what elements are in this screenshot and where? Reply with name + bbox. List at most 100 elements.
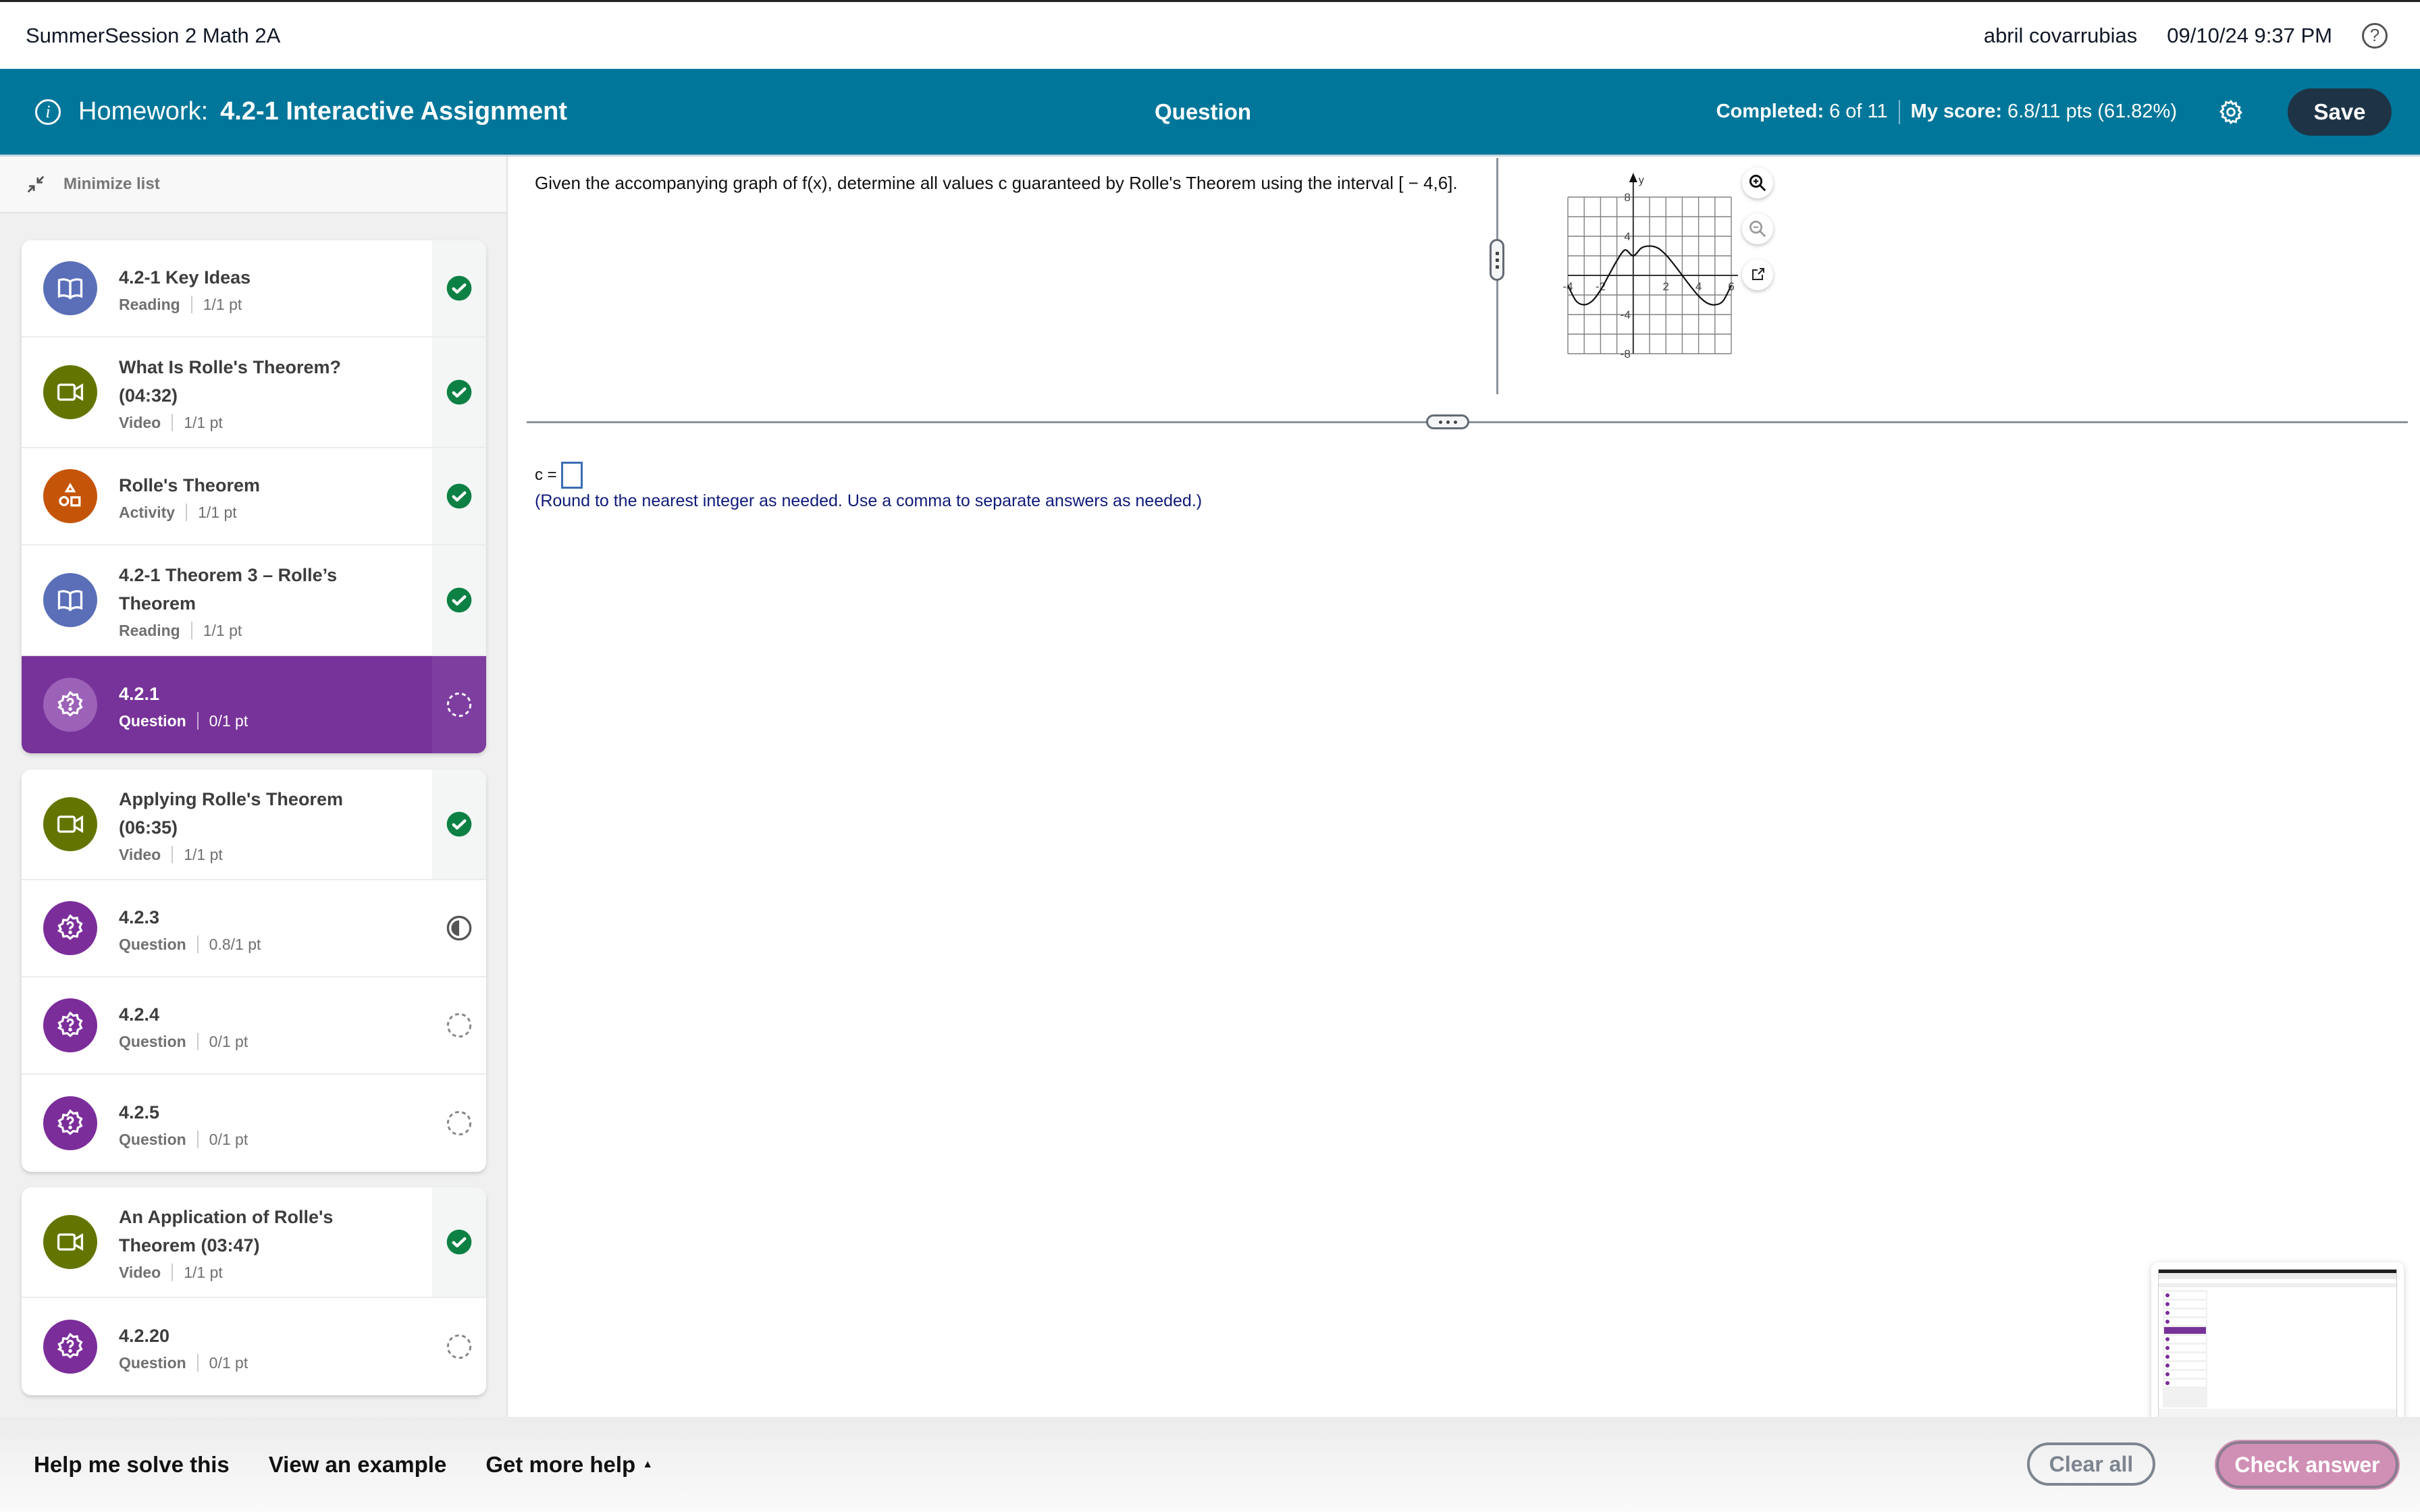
x-tick-label: 4	[1695, 280, 1702, 293]
horizontal-splitter-handle[interactable]	[1426, 414, 1469, 429]
sidebar-item-meta: Question 0.8/1 pt	[119, 936, 261, 954]
question-circle-icon[interactable]: ?	[2362, 22, 2388, 49]
book-icon	[43, 261, 97, 315]
question-badge-icon	[43, 901, 97, 955]
sidebar-item-meta: Reading 1/1 pt	[119, 296, 251, 314]
assignment-group: 4.2-1 Key Ideas Reading 1/1 pt What Is Roll…	[22, 240, 486, 753]
question-prompt: Given the accompanying graph of f(x), de…	[535, 173, 1458, 193]
sidebar-item-points: 0/1 pt	[209, 711, 248, 730]
top-bar: SummerSession 2 Math 2A abril covarrubia…	[0, 0, 2420, 69]
info-icon[interactable]: i	[35, 99, 61, 125]
sidebar-item-points: 1/1 pt	[184, 413, 223, 431]
sidebar-item-title: Applying Rolle's Theorem (06:35)	[119, 788, 343, 838]
user-name[interactable]: abril covarrubias	[1984, 24, 2137, 48]
sidebar-item-points: 0/1 pt	[209, 1130, 248, 1148]
sidebar-item[interactable]: 4.2-1 Theorem 3 – Rolle’s Theorem Reading…	[22, 545, 486, 656]
divider	[186, 504, 188, 521]
get-more-help-button[interactable]: Get more help ▲	[485, 1452, 653, 1478]
divider	[196, 936, 199, 953]
sidebar-item[interactable]: 4.2.4 Question 0/1 pt	[22, 977, 486, 1075]
course-title: SummerSession 2 Math 2A	[26, 23, 281, 47]
sidebar-item-text: What Is Rolle's Theorem? (04:32) Video 1/1…	[119, 340, 402, 446]
zoom-out-button[interactable]	[1742, 213, 1773, 244]
minimize-list-button[interactable]: Minimize list	[0, 157, 506, 213]
sidebar-item-title: 4.2.4	[119, 1004, 160, 1025]
sidebar-item-kind: Reading	[119, 295, 180, 313]
sidebar-item-main: An Application of Rolle's Theorem (03:47…	[22, 1187, 432, 1297]
sidebar-item-meta: Video 1/1 pt	[119, 414, 402, 432]
status-indicator	[432, 977, 486, 1073]
assignment-group: Applying Rolle's Theorem (06:35) Video 1/1…	[22, 770, 486, 1172]
sidebar-item-title: An Application of Rolle's Theorem (03:47…	[119, 1206, 334, 1256]
get-more-help-label: Get more help	[485, 1451, 636, 1477]
sidebar-item[interactable]: Applying Rolle's Theorem (06:35) Video 1/1…	[22, 770, 486, 880]
y-tick-label: 8	[1624, 191, 1630, 204]
sidebar-item-text: An Application of Rolle's Theorem (03:47…	[119, 1189, 402, 1295]
video-camera-icon	[43, 797, 97, 851]
help-me-solve-button[interactable]: Help me solve this	[34, 1452, 230, 1478]
status-indicator	[432, 770, 486, 879]
zoom-out-icon	[1750, 221, 1766, 238]
question-badge-icon	[43, 1320, 97, 1374]
sidebar-item-text: 4.2.4 Question 0/1 pt	[119, 987, 248, 1064]
dashed-circle-icon	[446, 692, 472, 718]
gear-icon[interactable]	[2217, 99, 2244, 126]
save-button[interactable]: Save	[2288, 88, 2392, 136]
sidebar-item-text: Rolle's Theorem Activity 1/1 pt	[119, 458, 260, 535]
status-indicator	[432, 1187, 486, 1297]
sidebar-item-title: 4.2-1 Theorem 3 – Rolle’s Theorem	[119, 564, 338, 614]
sidebar-item[interactable]: 4.2.20 Question 0/1 pt	[22, 1298, 486, 1395]
sidebar-item-points: 1/1 pt	[184, 1263, 223, 1281]
sidebar-item[interactable]: An Application of Rolle's Theorem (03:47…	[22, 1187, 486, 1298]
divider	[172, 414, 174, 431]
sidebar-item[interactable]: 4.2-1 Key Ideas Reading 1/1 pt	[22, 240, 486, 338]
half-circle-icon	[446, 915, 472, 941]
view-label: Question	[1155, 99, 1252, 124]
zoom-in-button[interactable]	[1742, 167, 1773, 198]
divider	[196, 712, 199, 730]
divider	[190, 622, 192, 639]
screenshot-thumbnail[interactable]	[2151, 1262, 2404, 1424]
x-tick-label: 2	[1662, 280, 1668, 293]
sidebar-item-points: 1/1 pt	[198, 503, 237, 521]
popout-button[interactable]	[1742, 259, 1773, 290]
sidebar-item-points: 0/1 pt	[209, 1353, 248, 1372]
sidebar-item-points: 0.8/1 pt	[209, 935, 261, 953]
dashed-circle-icon	[446, 1013, 472, 1038]
score-label: My score:	[1910, 101, 2003, 122]
check-circle-icon	[446, 1229, 472, 1255]
y-tick-label: 4	[1624, 230, 1630, 243]
view-example-button[interactable]: View an example	[269, 1452, 447, 1478]
score-value: 6.8/11 pts (61.82%)	[2007, 101, 2177, 122]
sidebar-item-text: 4.2.1 Question 0/1 pt	[119, 666, 248, 744]
caret-up-icon: ▲	[642, 1458, 654, 1470]
sidebar-item-text: 4.2-1 Key Ideas Reading 1/1 pt	[119, 250, 251, 327]
sidebar-item-meta: Question 0/1 pt	[119, 1131, 248, 1149]
divider	[1898, 99, 1900, 124]
sidebar-item-title: 4.2.3	[119, 907, 160, 927]
sidebar-item-points: 1/1 pt	[184, 845, 223, 863]
y-axis-label: y	[1639, 175, 1644, 186]
sidebar-item-meta: Question 0/1 pt	[119, 712, 248, 730]
sidebar-item-meta: Question 0/1 pt	[119, 1033, 248, 1051]
sidebar-item-kind: Question	[119, 1032, 186, 1050]
sidebar-item[interactable]: What Is Rolle's Theorem? (04:32) Video 1/1…	[22, 338, 486, 448]
sidebar-item[interactable]: 4.2.1 Question 0/1 pt	[22, 656, 486, 753]
check-circle-icon	[446, 811, 472, 837]
answer-input[interactable]	[560, 462, 583, 489]
check-answer-button[interactable]: Check answer	[2215, 1440, 2400, 1490]
vertical-splitter-handle[interactable]	[1490, 239, 1504, 281]
status-indicator	[432, 656, 486, 753]
y-tick-label: -8	[1621, 348, 1631, 360]
sidebar-item[interactable]: 4.2.3 Question 0.8/1 pt	[22, 880, 486, 977]
check-circle-icon	[446, 275, 472, 301]
clear-all-button[interactable]: Clear all	[2027, 1442, 2155, 1486]
sidebar-item[interactable]: Rolle's Theorem Activity 1/1 pt	[22, 448, 486, 545]
sidebar-item-points: 0/1 pt	[209, 1032, 248, 1050]
sidebar-item-kind: Video	[119, 413, 161, 431]
sidebar-item-points: 1/1 pt	[203, 295, 242, 313]
sidebar-item[interactable]: 4.2.5 Question 0/1 pt	[22, 1075, 486, 1172]
sidebar-item-title: What Is Rolle's Theorem? (04:32)	[119, 356, 341, 406]
sidebar-item-main: 4.2.3 Question 0.8/1 pt	[22, 880, 432, 976]
thumbnail-preview	[2158, 1269, 2397, 1418]
